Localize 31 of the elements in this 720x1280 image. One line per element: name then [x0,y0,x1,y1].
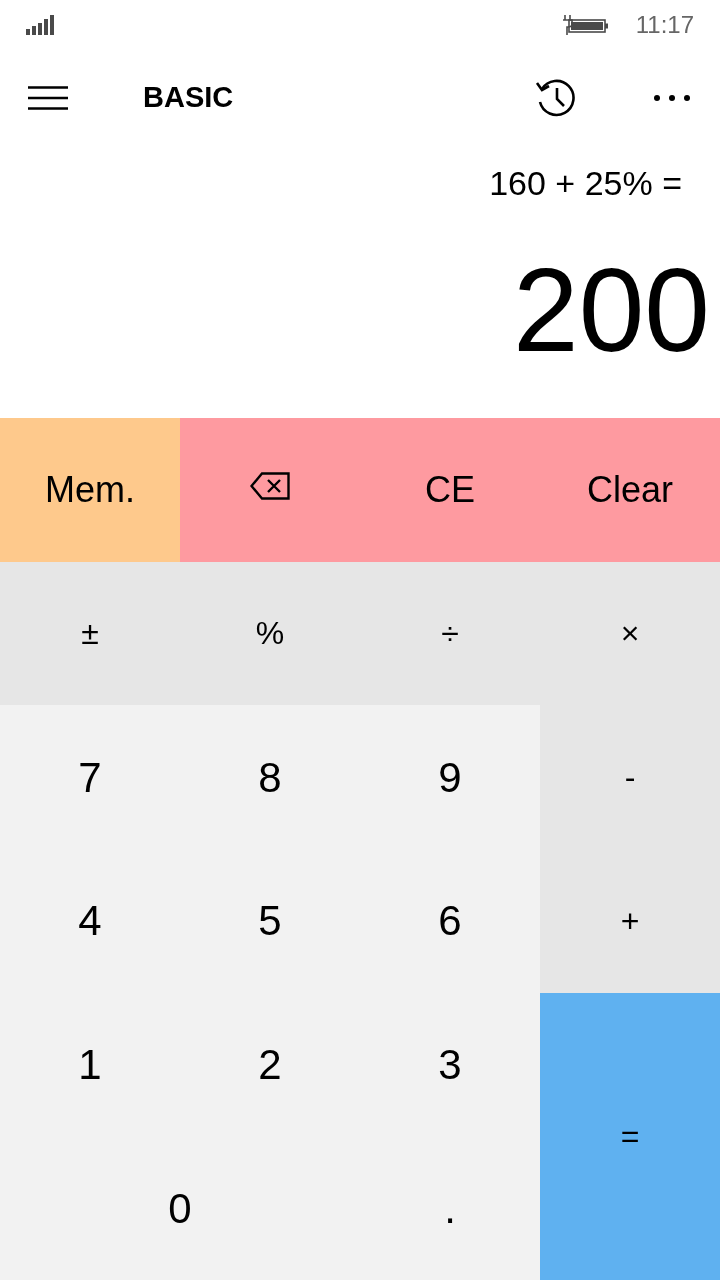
operator-key[interactable]: - [540,705,720,849]
backspace-icon [250,471,290,500]
more-icon [654,94,690,101]
status-time: 11:17 [635,10,694,40]
decimal-point-key[interactable]: . [360,1136,540,1280]
function-key[interactable]: ± [0,561,180,706]
digit-key[interactable]: 6 [360,849,540,993]
history-icon [535,77,577,118]
equals-key[interactable]: = [540,992,720,1280]
operator-key[interactable]: + [540,849,720,993]
digit-key[interactable]: 0 [0,1136,360,1280]
memory-button[interactable]: Mem. [0,418,180,562]
operator-key[interactable]: ÷ [360,561,540,706]
digit-key[interactable]: 9 [360,705,540,849]
digit-key[interactable]: 5 [180,849,360,993]
signal-strength-icon [26,15,54,35]
digit-key[interactable]: 3 [360,992,540,1137]
digit-key[interactable]: 7 [0,705,180,849]
function-key[interactable]: % [180,561,360,706]
menu-icon [28,85,68,110]
digit-key[interactable]: 8 [180,705,360,849]
digit-key[interactable]: 1 [0,992,180,1137]
battery-charging-icon [561,15,608,35]
digit-key[interactable]: 2 [180,992,360,1137]
mode-title: BASIC [143,79,234,115]
clear-button[interactable]: Clear [540,418,720,562]
digit-key[interactable]: 4 [0,849,180,993]
expression-text: 160 + 25% = [489,163,682,203]
clear-button[interactable]: CE [360,418,540,562]
result-display: 200 [513,245,710,375]
operator-key[interactable]: × [540,561,720,706]
